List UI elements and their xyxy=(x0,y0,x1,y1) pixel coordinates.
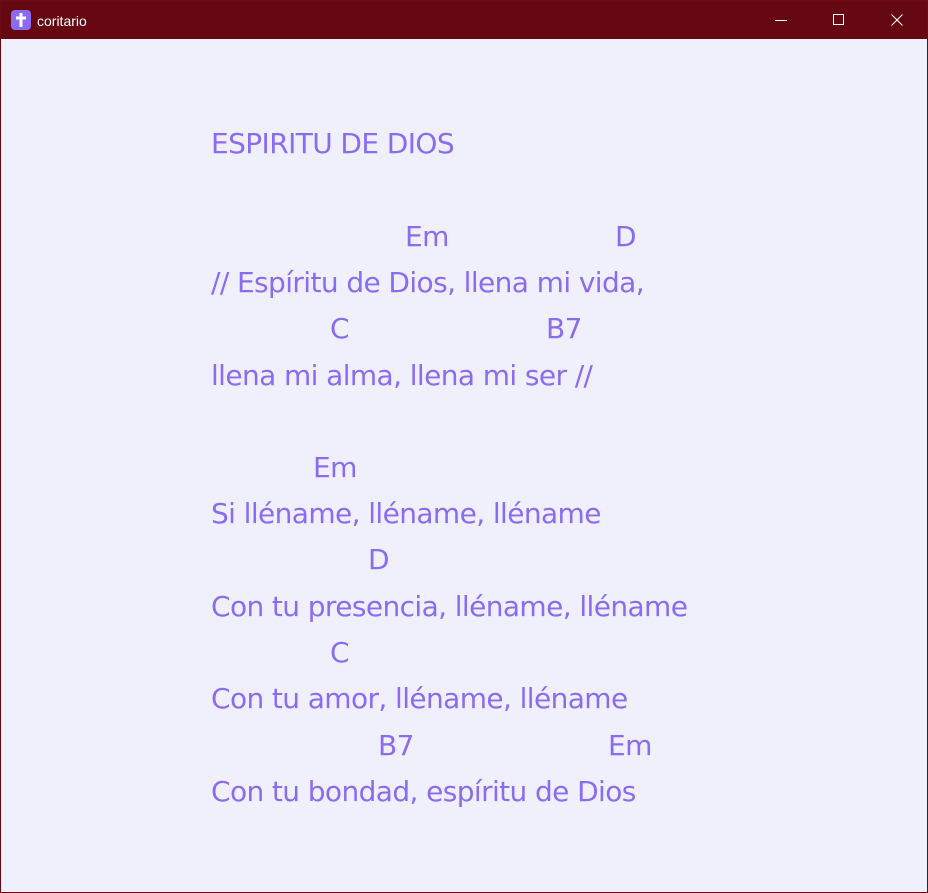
lyric-line: Si lléname, lléname, lléname xyxy=(211,497,601,530)
close-icon xyxy=(891,14,903,26)
lyric-line: Con tu bondad, espíritu de Dios xyxy=(211,775,636,808)
lyric-line: // Espíritu de Dios, llena mi vida, xyxy=(211,266,645,299)
lyric-line: Con tu presencia, lléname, lléname xyxy=(211,590,688,623)
song-view: ESPIRITU DE DIOS Em D // Espíritu de Dio… xyxy=(1,39,927,892)
chord: Em xyxy=(405,220,449,253)
chord: C xyxy=(330,312,350,345)
chord: B7 xyxy=(546,312,582,345)
chord: Em xyxy=(313,451,357,484)
chord: Em xyxy=(608,729,652,762)
minimize-icon xyxy=(775,20,787,21)
minimize-button[interactable] xyxy=(752,1,810,39)
app-window: coritario ESPIRITU DE DIOS Em D // Espír… xyxy=(0,0,928,893)
maximize-button[interactable] xyxy=(810,1,868,39)
window-title: coritario xyxy=(37,13,87,29)
chord: C xyxy=(330,636,350,669)
lyric-line: llena mi alma, llena mi ser // xyxy=(211,359,593,392)
cross-icon xyxy=(11,10,31,30)
chord: D xyxy=(368,543,390,576)
title-bar[interactable]: coritario xyxy=(1,1,927,39)
song-title: ESPIRITU DE DIOS xyxy=(211,127,455,160)
close-button[interactable] xyxy=(868,1,926,39)
maximize-icon xyxy=(833,14,844,25)
lyric-line: Con tu amor, lléname, lléname xyxy=(211,682,628,715)
chord: D xyxy=(615,220,637,253)
chord: B7 xyxy=(378,729,414,762)
